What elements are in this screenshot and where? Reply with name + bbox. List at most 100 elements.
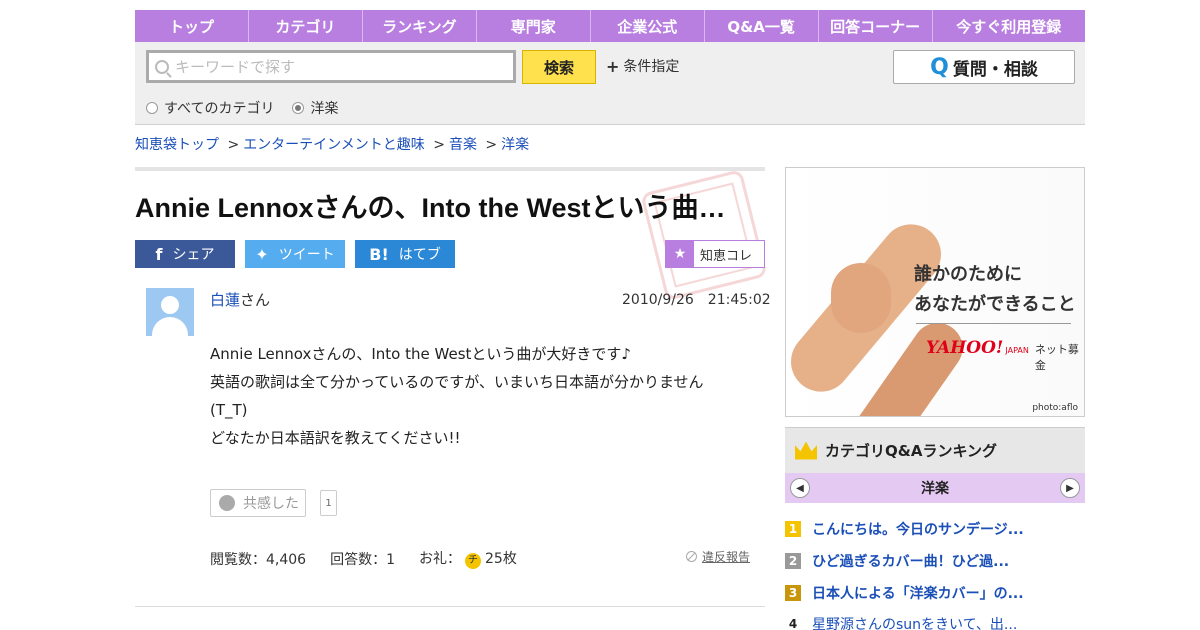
- ad-rule: [916, 323, 1071, 324]
- avatar-head: [161, 296, 179, 314]
- ranking-category: 洋楽: [921, 481, 949, 497]
- nav-experts[interactable]: 専門家: [477, 10, 591, 42]
- hatena-share-button[interactable]: B! はてブ: [355, 240, 455, 268]
- reward-label: お礼：: [419, 551, 462, 567]
- avatar[interactable]: [146, 288, 194, 336]
- author-suffix: さん: [240, 291, 271, 309]
- twitter-share-button[interactable]: ✦ ツイート: [245, 240, 345, 268]
- divider: [135, 167, 765, 171]
- coin-icon: チ: [465, 553, 482, 569]
- chiekore-button[interactable]: ★ 知恵コレ: [665, 240, 765, 268]
- radio-selected-icon: [292, 102, 305, 114]
- twitter-icon: ✦: [255, 244, 269, 264]
- breadcrumb-sep: >: [433, 137, 445, 153]
- category-radios: すべてのカテゴリ 洋楽: [146, 98, 338, 118]
- smiley-icon: [219, 495, 235, 511]
- ranking-category-bar: ◀ 洋楽 ▶: [785, 473, 1085, 503]
- reward: お礼：チ 25枚: [419, 548, 517, 569]
- star-icon: ★: [666, 241, 694, 267]
- radio-western-music[interactable]: 洋楽: [292, 98, 338, 118]
- rank-badge: 1: [785, 521, 801, 537]
- ranking-title: カテゴリQ&Aランキング: [825, 442, 997, 460]
- report-link[interactable]: 違反報告: [686, 548, 750, 565]
- nav-qa-list[interactable]: Q&A一覧: [705, 10, 819, 42]
- body-line: 英語の歌詞は全て分かっているのですが、いまいち日本語が分かりません: [210, 373, 704, 391]
- breadcrumb-link[interactable]: 洋楽: [501, 137, 529, 153]
- nav-official[interactable]: 企業公式: [591, 10, 705, 42]
- ranking-item: 4 星野源さんのsunをきいて、出...: [785, 613, 1085, 630]
- answer-count: 回答数：1: [330, 551, 396, 568]
- nav-register[interactable]: 今すぐ利用登録: [933, 10, 1085, 42]
- view-count: 閲覧数：4,406: [210, 551, 307, 568]
- breadcrumb-link[interactable]: 知恵袋トップ: [135, 137, 219, 153]
- ranking-item: 1 こんにちは。今日のサンデージ...: [785, 518, 1085, 540]
- ranking-link[interactable]: ひど過ぎるカバー曲！ひど過...: [812, 551, 1009, 571]
- body-line: Annie Lennoxさんの、Into the Westという曲が大好きです♪: [210, 345, 631, 363]
- search-bar: キーワードで探す 検索 + 条件指定 Q 質問・相談 すべてのカテゴリ 洋楽: [135, 42, 1085, 125]
- breadcrumb: 知恵袋トップ > エンターテインメントと趣味 > 音楽 > 洋楽: [135, 134, 529, 154]
- chevron-left-icon[interactable]: ◀: [790, 478, 810, 498]
- empathy-button[interactable]: 共感した: [210, 489, 306, 517]
- breadcrumb-sep: >: [227, 137, 240, 153]
- search-placeholder: キーワードで探す: [175, 58, 296, 76]
- rank-badge: 4: [788, 617, 798, 630]
- yahoo-logo: YAHOO! JAPAN ネット募金: [926, 338, 1084, 373]
- nav-answer-corner[interactable]: 回答コーナー: [819, 10, 933, 42]
- ranking-item: 3 日本人による「洋楽カバー」の...: [785, 582, 1085, 604]
- chevron-right-icon[interactable]: ▶: [1060, 478, 1080, 498]
- hatena-icon: B!: [369, 244, 389, 264]
- radio-label: すべてのカテゴリ: [164, 101, 275, 117]
- question-title: Annie Lennoxさんの、Into the Westという曲…: [135, 193, 726, 223]
- condition-label: 条件指定: [623, 59, 680, 75]
- search-icon: [155, 59, 169, 74]
- ranking-link[interactable]: 日本人による「洋楽カバー」の...: [812, 583, 1024, 603]
- empathy-label: 共感した: [243, 496, 299, 512]
- ad-banner[interactable]: 誰かのために あなたができること YAHOO! JAPAN ネット募金 photo:a…: [785, 167, 1085, 417]
- ask-question-button[interactable]: Q 質問・相談: [893, 50, 1075, 84]
- breadcrumb-link[interactable]: エンターテインメントと趣味: [243, 137, 425, 153]
- question-date: 2010/9/26 21:45:02: [622, 292, 771, 308]
- breadcrumb-link[interactable]: 音楽: [449, 137, 477, 153]
- facebook-share-button[interactable]: f シェア: [135, 240, 235, 268]
- rank-badge: 2: [785, 553, 801, 569]
- question-body: Annie Lennoxさんの、Into the Westという曲が大好きです♪…: [210, 340, 755, 452]
- nav-top[interactable]: トップ: [135, 10, 249, 42]
- question-stats: 閲覧数：4,406 回答数：1 お礼：チ 25枚: [210, 548, 517, 569]
- ad-line: 誰かのために: [914, 264, 1022, 285]
- breadcrumb-sep: >: [485, 137, 498, 153]
- ad-photo-hand: [831, 263, 891, 333]
- avatar-body: [152, 317, 188, 336]
- plus-icon: +: [606, 56, 620, 76]
- ad-copy: 誰かのために あなたができること: [914, 260, 1076, 320]
- prohibited-icon: [686, 551, 697, 562]
- facebook-icon: f: [155, 244, 163, 264]
- author-link[interactable]: 白蓮: [210, 291, 240, 309]
- nav-category[interactable]: カテゴリ: [249, 10, 363, 42]
- body-line: どなたか日本語訳を教えてください!!: [210, 429, 461, 447]
- ad-service: ネット募金: [1034, 343, 1079, 372]
- logo-text: YAHOO!: [926, 338, 1004, 358]
- radio-label: 洋楽: [310, 101, 339, 117]
- radio-all-categories[interactable]: すべてのカテゴリ: [146, 98, 274, 118]
- chiekore-label: 知恵コレ: [700, 248, 753, 264]
- crown-icon: [795, 441, 817, 460]
- search-input[interactable]: キーワードで探す: [146, 50, 516, 83]
- global-nav: トップ カテゴリ ランキング 専門家 企業公式 Q&A一覧 回答コーナー 今すぐ…: [135, 10, 1085, 42]
- question-author: 白蓮さん: [210, 289, 270, 310]
- share-label: はてブ: [398, 247, 441, 263]
- ranking-link[interactable]: こんにちは。今日のサンデージ...: [812, 519, 1024, 539]
- ranking-header: カテゴリQ&Aランキング: [785, 427, 1085, 473]
- ask-label: 質問・相談: [952, 59, 1038, 80]
- ad-credit: photo:aflo: [1032, 403, 1078, 413]
- share-label: ツイート: [278, 247, 335, 263]
- nav-ranking[interactable]: ランキング: [363, 10, 477, 42]
- rank-badge: 3: [785, 585, 801, 601]
- report-label: 違反報告: [702, 550, 751, 564]
- logo-sub: JAPAN: [1005, 346, 1029, 355]
- condition-link[interactable]: + 条件指定: [606, 56, 679, 76]
- ranking-item: 2 ひど過ぎるカバー曲！ひど過...: [785, 550, 1085, 572]
- search-button[interactable]: 検索: [522, 50, 596, 84]
- body-line: (T_T): [210, 401, 248, 419]
- ranking-link[interactable]: 星野源さんのsunをきいて、出...: [812, 614, 1017, 630]
- share-label: シェア: [172, 247, 215, 263]
